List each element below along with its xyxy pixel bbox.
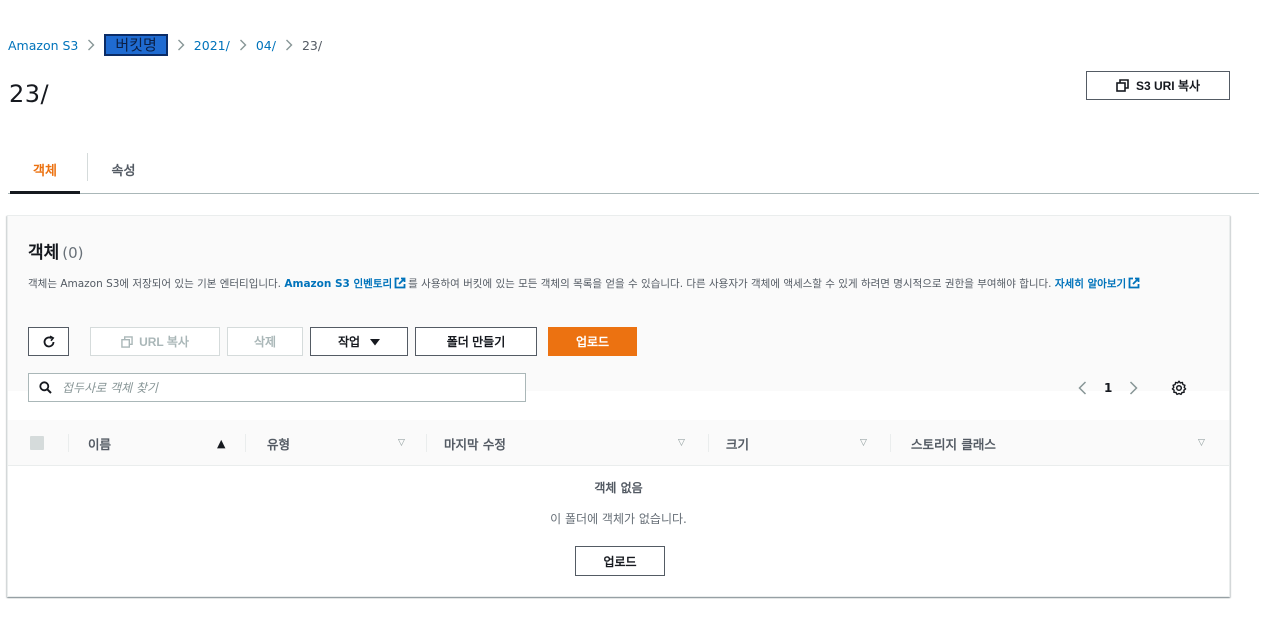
- empty-state-description: 이 폴더에 객체가 없습니다.: [550, 512, 687, 526]
- learn-more-link[interactable]: 자세히 알아보기: [1055, 278, 1126, 290]
- objects-description: 객체는 Amazon S3에 저장되어 있는 기본 엔터티입니다. Amazon…: [28, 275, 1223, 295]
- actions-label: 작업: [337, 335, 361, 349]
- previous-page-icon[interactable]: [1078, 380, 1087, 395]
- copy-icon: [1116, 79, 1129, 92]
- objects-panel-header: [8, 216, 1229, 391]
- next-page-icon[interactable]: [1129, 380, 1138, 395]
- objects-heading-label: 객체: [28, 243, 60, 263]
- tab-bar: 객체 속성: [8, 145, 1259, 194]
- breadcrumb-year[interactable]: 2021/: [194, 38, 230, 53]
- sort-icon[interactable]: ▽: [678, 420, 685, 466]
- search-icon: [39, 381, 52, 394]
- empty-state-title: 객체 없음: [594, 481, 643, 495]
- copy-url-button[interactable]: URL 복사: [90, 327, 220, 356]
- sort-icon[interactable]: ▽: [860, 420, 867, 466]
- chevron-right-icon: [285, 39, 293, 51]
- upload-button[interactable]: 업로드: [548, 327, 637, 356]
- objects-count: (0): [62, 244, 84, 262]
- current-page-number[interactable]: 1: [1104, 381, 1112, 395]
- description-text-2: 를 사용하여 버킷에 있는 모든 객체의 목록을 얻을 수 있습니다. 다른 사…: [408, 278, 1055, 290]
- copy-icon: [121, 335, 133, 348]
- tab-objects[interactable]: 객체: [10, 145, 80, 194]
- sort-ascending-icon[interactable]: ▲: [217, 420, 225, 466]
- column-header-storage-class[interactable]: 스토리지 클래스: [911, 420, 996, 466]
- inventory-link[interactable]: Amazon S3 인벤토리: [284, 278, 392, 290]
- column-header-size[interactable]: 크기: [726, 420, 749, 466]
- search-box: [28, 373, 526, 402]
- breadcrumb-current-day: 23/: [301, 37, 323, 53]
- copy-url-label: URL 복사: [139, 335, 189, 349]
- breadcrumb: Amazon S3 버킷명 2021/ 04/ 23/: [8, 34, 322, 56]
- select-all-checkbox[interactable]: [30, 436, 44, 450]
- breadcrumb-bucket[interactable]: 버킷명: [104, 34, 168, 56]
- objects-heading: 객체 (0): [28, 238, 84, 263]
- column-divider: [245, 434, 246, 452]
- copy-s3-uri-button[interactable]: S3 URI 복사: [1086, 71, 1230, 100]
- breadcrumb-month[interactable]: 04/: [256, 38, 276, 53]
- refresh-button[interactable]: [28, 327, 69, 356]
- copy-s3-uri-label: S3 URI 복사: [1135, 79, 1201, 93]
- column-header-last-modified[interactable]: 마지막 수정: [444, 420, 506, 466]
- chevron-right-icon: [177, 39, 185, 51]
- external-link-icon[interactable]: [394, 277, 406, 295]
- pagination: 1: [1078, 373, 1187, 402]
- external-link-icon[interactable]: [1128, 277, 1140, 295]
- tab-properties[interactable]: 속성: [96, 145, 151, 193]
- table-header: 이름 ▲ 유형 ▽ 마지막 수정 ▽ 크기 ▽ 스토리지 클래스 ▽: [8, 420, 1229, 466]
- column-divider: [890, 434, 891, 452]
- breadcrumb-amazon-s3[interactable]: Amazon S3: [8, 38, 78, 53]
- refresh-icon: [42, 335, 56, 349]
- empty-state-upload-button[interactable]: 업로드: [575, 546, 665, 576]
- chevron-right-icon: [87, 39, 95, 51]
- description-text-1: 객체는 Amazon S3에 저장되어 있는 기본 엔터티입니다.: [28, 278, 285, 290]
- column-header-type[interactable]: 유형: [267, 420, 290, 466]
- page-title: 23/: [9, 80, 50, 108]
- delete-button[interactable]: 삭제: [227, 327, 303, 356]
- caret-down-icon: [370, 338, 381, 346]
- objects-panel: 객체 (0) 객체는 Amazon S3에 저장되어 있는 기본 엔터티입니다. …: [7, 215, 1230, 597]
- chevron-right-icon: [239, 39, 247, 51]
- column-divider: [426, 434, 427, 452]
- sort-icon[interactable]: ▽: [1198, 420, 1205, 466]
- column-header-name[interactable]: 이름: [88, 420, 111, 466]
- column-divider: [708, 434, 709, 452]
- create-folder-button[interactable]: 폴더 만들기: [415, 327, 537, 356]
- gear-icon[interactable]: [1171, 380, 1187, 396]
- tab-divider: [87, 153, 88, 181]
- actions-dropdown[interactable]: 작업: [310, 327, 408, 356]
- search-input[interactable]: [62, 380, 502, 395]
- sort-icon[interactable]: ▽: [398, 420, 405, 466]
- column-divider: [68, 434, 69, 452]
